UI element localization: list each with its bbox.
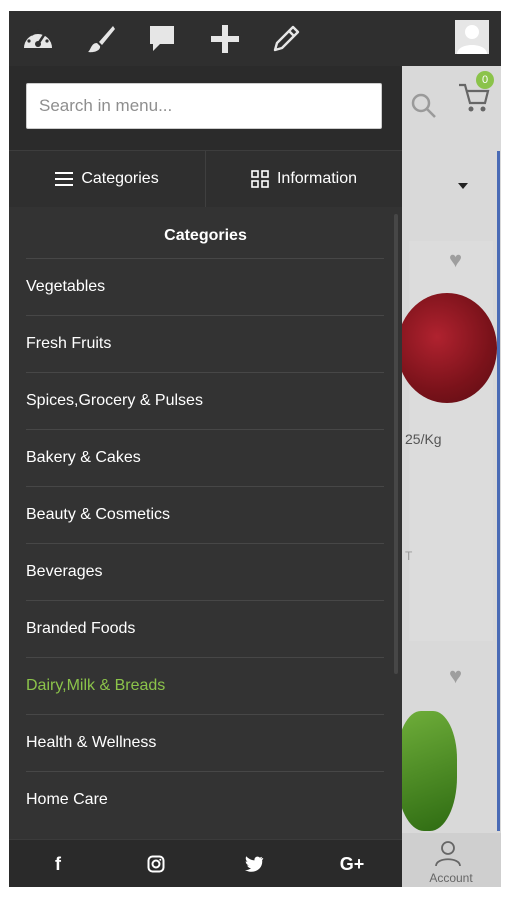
menu-search-area	[9, 66, 402, 150]
dashboard-icon[interactable]	[20, 21, 56, 57]
category-item-spices-grocery-pulses[interactable]: Spices,Grocery & Pulses	[9, 372, 395, 429]
social-links-bar: f G+	[9, 839, 402, 887]
product-price: 25/Kg	[405, 431, 442, 447]
tab-categories[interactable]: Categories	[9, 151, 206, 207]
wishlist-heart-icon[interactable]: ♥	[449, 663, 462, 689]
tab-information[interactable]: Information	[206, 151, 402, 207]
category-item-beverages[interactable]: Beverages	[9, 543, 395, 600]
category-label: Spices,Grocery & Pulses	[26, 392, 203, 409]
menu-search-input[interactable]	[26, 83, 382, 129]
menu-scrollbar[interactable]	[394, 214, 398, 674]
product-image[interactable]	[397, 711, 457, 831]
wishlist-heart-icon[interactable]: ♥	[449, 247, 462, 273]
category-label: Vegetables	[26, 278, 106, 295]
product-text-partial: T	[405, 549, 413, 563]
product-image[interactable]	[397, 293, 497, 403]
categories-heading: Categories	[164, 227, 247, 244]
category-label: Branded Foods	[26, 620, 136, 637]
category-list: Vegetables Fresh Fruits Spices,Grocery &…	[9, 258, 395, 828]
search-icon[interactable]	[409, 91, 439, 121]
side-drawer-menu: Categories Information Categories Vegeta…	[9, 66, 402, 887]
app-frame: 0 ♥ 25/Kg T ♥ Account Search in menu... …	[9, 11, 501, 887]
menu-tabs: Categories Information	[9, 150, 402, 207]
instagram-icon[interactable]	[107, 840, 205, 887]
category-item-branded-foods[interactable]: Branded Foods	[9, 600, 395, 657]
category-item-bakery-cakes[interactable]: Bakery & Cakes	[9, 429, 395, 486]
category-label: Beverages	[26, 563, 103, 580]
category-item-health-wellness[interactable]: Health & Wellness	[9, 714, 395, 771]
user-avatar-icon[interactable]	[455, 20, 489, 54]
tab-categories-label: Categories	[81, 170, 159, 187]
grid-icon	[251, 170, 269, 188]
category-label: Home Care	[26, 791, 108, 808]
category-item-home-care[interactable]: Home Care	[9, 771, 395, 828]
comment-icon[interactable]	[144, 21, 180, 57]
category-label: Bakery & Cakes	[26, 449, 141, 466]
category-item-vegetables[interactable]: Vegetables	[9, 258, 395, 315]
category-label: Fresh Fruits	[26, 335, 112, 352]
google-plus-icon[interactable]: G+	[303, 840, 401, 887]
tab-information-label: Information	[276, 170, 358, 187]
brush-icon[interactable]	[83, 21, 119, 57]
background-accent-bar	[497, 151, 500, 831]
cart-count-badge: 0	[476, 71, 494, 89]
facebook-glyph: f	[55, 853, 61, 874]
twitter-icon[interactable]	[205, 840, 303, 887]
category-item-dairy-milk-breads[interactable]: Dairy,Milk & Breads	[9, 657, 395, 714]
category-item-beauty-cosmetics[interactable]: Beauty & Cosmetics	[9, 486, 395, 543]
category-label: Health & Wellness	[26, 734, 157, 751]
google-plus-glyph: G+	[339, 853, 365, 874]
account-label: Account	[429, 871, 473, 885]
top-toolbar	[9, 11, 501, 66]
facebook-icon[interactable]: f	[9, 840, 107, 887]
plus-icon[interactable]	[207, 21, 243, 57]
pencil-icon[interactable]	[268, 21, 304, 57]
category-item-fresh-fruits[interactable]: Fresh Fruits	[9, 315, 395, 372]
caret-down-icon[interactable]	[457, 181, 469, 191]
category-label: Dairy,Milk & Breads	[26, 677, 166, 694]
account-icon[interactable]	[432, 839, 464, 867]
category-label: Beauty & Cosmetics	[26, 506, 171, 523]
menu-icon	[55, 172, 74, 186]
